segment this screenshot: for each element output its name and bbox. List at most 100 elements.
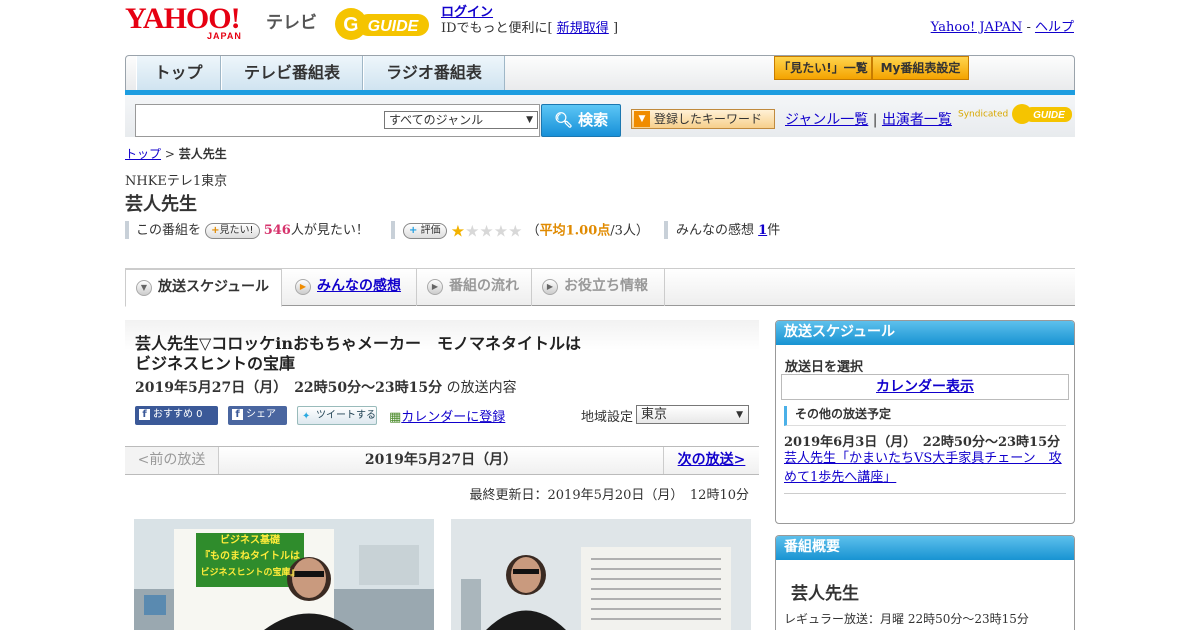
calendar-plus-icon: ▦	[389, 410, 402, 425]
review-stat: みんなの感想 1件	[676, 221, 780, 241]
rating-people: /3人）	[610, 223, 649, 239]
summary-program-name: 芸人先生	[791, 584, 859, 604]
tab-info-label: お役立ち情報	[564, 278, 648, 294]
episode-date-value: 2019年5月27日（月） 22時50分～23時15分	[135, 380, 443, 396]
star-icon: ★	[450, 221, 466, 240]
search-button-label: 検索	[578, 111, 609, 129]
login-link[interactable]: ログイン	[441, 5, 493, 20]
register-link[interactable]: 新規取得	[557, 21, 609, 36]
watchlist-button[interactable]: 「見たい!」一覧	[774, 56, 872, 80]
chevron-down-icon: ▼	[634, 111, 650, 127]
tab-flow[interactable]: ▶ 番組の流れ	[417, 269, 532, 306]
stats-divider	[664, 221, 668, 239]
chevron-down-icon: ▼	[136, 280, 152, 296]
want-count: 546	[263, 223, 291, 238]
search-links: ジャンル一覧 | 出演者一覧	[785, 109, 952, 129]
help-link[interactable]: ヘルプ	[1035, 20, 1074, 35]
reviews-count-link[interactable]: 1	[758, 223, 767, 238]
genre-select-value: すべてのジャンル	[389, 113, 484, 127]
breadcrumb-separator: >	[164, 147, 175, 161]
magnifier-icon: 🔍︎	[553, 111, 573, 129]
calendar-register-link[interactable]: カレンダーに登録	[401, 410, 505, 425]
search-area: すべてのジャンル ▼ 🔍︎ 検索 ▼ 登録したキーワード ジャンル一覧 | 出演…	[125, 95, 1075, 137]
facebook-recommend-button[interactable]: f おすすめ 0	[135, 406, 218, 425]
rating-stat: + 評価 ★★★★★ （平均1.00点/3人）	[403, 221, 649, 242]
select-date-label: 放送日を選択	[785, 360, 864, 375]
facebook-recommend-label: おすすめ 0	[153, 409, 203, 420]
genre-list-link[interactable]: ジャンル一覧	[785, 112, 868, 128]
episode-photo-1[interactable]: ビジネス基礎 『ものまねタイトルは ビジネスヒントの宝庫』	[134, 519, 434, 630]
tab-info[interactable]: ▶ お役立ち情報	[532, 269, 665, 306]
stats-divider	[125, 221, 129, 239]
tweet-label: ツイートする	[316, 410, 376, 421]
breadcrumb-top-link[interactable]: トップ	[125, 147, 161, 161]
yahoo-japan-link[interactable]: Yahoo! JAPAN	[931, 20, 1023, 35]
rating-stars: ★★★★★	[450, 221, 523, 240]
program-tabs: ▼ 放送スケジュール ▶ みんなの感想 ▶ 番組の流れ ▶ お役立ち情報	[125, 268, 1075, 307]
tab-schedule[interactable]: ▼ 放送スケジュール	[125, 269, 282, 307]
breadcrumb: トップ > 芸人先生	[125, 145, 227, 162]
region-setting: 地域設定 東京 ▼	[581, 405, 749, 425]
tab-reviews[interactable]: ▶ みんなの感想	[285, 269, 417, 306]
want-stat: この番組を +見たい! 546人が見たい！	[136, 221, 369, 241]
facebook-share-button[interactable]: f シェア	[228, 406, 287, 425]
search-button[interactable]: 🔍︎ 検索	[541, 104, 621, 137]
channel-name: NHKEテレ1東京	[125, 174, 228, 189]
plus-icon: +	[409, 225, 418, 236]
login-close-bracket: ]	[612, 21, 619, 36]
schedule-panel-title: 放送スケジュール	[776, 321, 1074, 345]
tweet-button[interactable]: ✦ ツイートする	[297, 406, 377, 425]
nav-tab-radio-schedule[interactable]: ラジオ番組表	[363, 56, 505, 91]
tab-reviews-label: みんなの感想	[317, 278, 401, 294]
play-arrow-icon: ▶	[427, 279, 443, 295]
episode-title: 芸人先生▽コロッケinおもちゃメーカー モノマネタイトルは ビジネスヒントの宝庫	[135, 334, 581, 374]
header-link-separator: -	[1026, 20, 1031, 35]
star-icon: ★	[465, 221, 480, 240]
rating-open: （	[526, 223, 540, 239]
other-broadcasts-heading: その他の放送予定	[784, 406, 1066, 426]
my-settings-button[interactable]: My番組表設定	[872, 56, 969, 80]
chevron-down-icon: ▼	[526, 115, 533, 125]
previous-broadcast-button[interactable]: <前の放送	[125, 447, 219, 474]
region-select[interactable]: 東京 ▼	[636, 405, 749, 424]
episode-title-line2: ビジネスヒントの宝庫	[135, 354, 296, 373]
summary-panel: 番組概要 芸人先生 レギュラー放送：月曜 22時50分～23時15分	[775, 535, 1075, 630]
login-description: IDでもっと便利に[	[441, 21, 553, 36]
yahoo-japan-logo[interactable]: YAHOO! JAPAN	[125, 4, 265, 44]
registered-keyword-label: 登録したキーワード	[654, 112, 763, 126]
current-broadcast-date: 2019年5月27日（月）	[364, 452, 518, 468]
performer-list-link[interactable]: 出演者一覧	[882, 112, 952, 128]
tab-flow-label: 番組の流れ	[449, 278, 519, 294]
facebook-share-label: シェア	[246, 409, 276, 420]
episode-photo-2[interactable]	[451, 519, 751, 630]
play-arrow-icon: ▶	[542, 279, 558, 295]
calendar-register[interactable]: ▦カレンダーに登録	[389, 406, 505, 425]
svg-text:GUIDE: GUIDE	[1033, 110, 1065, 121]
play-arrow-icon: ▶	[295, 279, 311, 295]
nav-tab-tv-schedule[interactable]: テレビ番組表	[221, 56, 363, 91]
next-broadcast-link[interactable]: 次の放送>	[663, 447, 759, 474]
login-box: ログイン IDでもっと便利に[ 新規取得 ]	[441, 5, 618, 37]
main-nav: トップ テレビ番組表 ラジオ番組表 「見たい!」一覧 My番組表設定	[125, 55, 1075, 95]
svg-text:G: G	[343, 14, 359, 36]
rate-button[interactable]: + 評価	[403, 223, 447, 239]
nav-tab-top[interactable]: トップ	[136, 56, 221, 91]
genre-select[interactable]: すべてのジャンル ▼	[384, 111, 538, 129]
episode-title-line1: 芸人先生▽コロッケinおもちゃメーカー モノマネタイトルは	[135, 334, 582, 353]
other-broadcast-link[interactable]: 芸人先生「かまいたちVS大手家具チェーン 攻めて1歩先へ講座」	[784, 449, 1066, 487]
twitter-bird-icon: ✦	[302, 411, 311, 422]
calendar-display-button[interactable]: カレンダー表示	[781, 374, 1069, 400]
want-button[interactable]: +見たい!	[205, 222, 260, 239]
region-label: 地域設定	[581, 410, 634, 425]
episode-date-suffix: の放送内容	[446, 380, 517, 396]
registered-keyword-button[interactable]: ▼ 登録したキーワード	[631, 109, 775, 129]
reviews-unit: 件	[767, 223, 781, 238]
syndicated-label: Syndicated	[958, 109, 1009, 120]
yahoo-logo-text: YAHOO!	[125, 2, 241, 35]
gguide-logo: G GUIDE	[335, 8, 429, 40]
japan-logo-text: JAPAN	[207, 31, 242, 41]
photo1-sign-line1: ビジネス基礎	[220, 535, 280, 546]
photo1-sign-line2: 『ものまねタイトルは	[200, 551, 300, 562]
rating-average: 平均1.00点	[539, 223, 611, 239]
summary-panel-title: 番組概要	[776, 536, 1074, 560]
